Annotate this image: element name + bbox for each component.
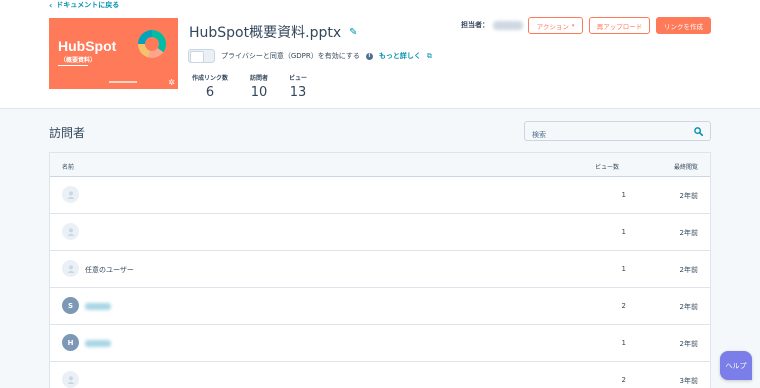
- info-icon: i: [365, 52, 373, 60]
- stat-label: 作成リンク数: [192, 75, 229, 82]
- avatar: H: [62, 334, 79, 351]
- avatar: S: [62, 297, 79, 314]
- create-link-button[interactable]: リンクを作成: [656, 17, 711, 34]
- table-header: 名前 ビュー数 最終閲覧: [50, 153, 710, 177]
- stat-label: ビュー: [289, 75, 308, 82]
- visitors-title: 訪問者: [49, 126, 86, 140]
- avatar: [62, 186, 79, 203]
- owner-field: 担当者：: [461, 20, 523, 30]
- document-title-row: HubSpot概要資料.pptx ✎: [189, 22, 358, 42]
- owner-name-redacted[interactable]: [493, 20, 523, 30]
- table-row[interactable]: S 2 2年前: [50, 288, 710, 325]
- views-count: 1: [621, 191, 626, 199]
- document-title: HubSpot概要資料.pptx: [189, 25, 342, 41]
- back-link-label: ドキュメントに戻る: [56, 1, 120, 9]
- thumbnail-subtitle: （概要資料）: [60, 57, 97, 64]
- stat-value: 6: [205, 85, 215, 100]
- table-row[interactable]: 2 3年前: [50, 362, 710, 388]
- user-icon: [67, 264, 74, 273]
- table-row[interactable]: H 1 2年前: [50, 325, 710, 362]
- stat-links-created: 作成リンク数 6: [192, 73, 228, 100]
- search-input[interactable]: [525, 126, 685, 144]
- last-viewed: 2年前: [679, 303, 698, 311]
- last-viewed: 2年前: [679, 340, 698, 348]
- table-row[interactable]: 1 2年前: [50, 177, 710, 214]
- stat-views: ビュー 13: [289, 73, 307, 100]
- actions-button-label: アクション: [536, 22, 569, 31]
- avatar: [62, 260, 79, 277]
- views-count: 1: [621, 228, 626, 236]
- document-detail-page: ‹ ドキュメントに戻る HubSpot （概要資料） ✲ HubSpot概要資料…: [0, 0, 760, 388]
- visitor-name-redacted[interactable]: [85, 340, 111, 347]
- caret-down-icon: ▾: [571, 22, 575, 29]
- last-viewed: 3年前: [679, 377, 698, 385]
- avatar: [62, 223, 79, 240]
- hubspot-logo-icon: ✲: [168, 78, 175, 87]
- thumbnail-footer-bar: [109, 81, 137, 83]
- stat-label: 訪問者: [250, 75, 269, 82]
- gdpr-toggle[interactable]: [188, 49, 215, 63]
- visitor-name: 任意のユーザー: [85, 266, 134, 274]
- thumbnail-brand: HubSpot: [58, 38, 117, 54]
- chevron-left-icon: ‹: [49, 0, 53, 10]
- last-viewed: 2年前: [679, 266, 698, 274]
- owner-label: 担当者：: [461, 21, 489, 29]
- visitor-name-redacted[interactable]: [85, 303, 111, 310]
- user-icon: [67, 227, 74, 236]
- views-count: 1: [621, 265, 626, 273]
- actions-dropdown-button[interactable]: アクション ▾: [528, 17, 583, 34]
- visitors-table: 名前 ビュー数 最終閲覧 1 2年前 1 2年前 任意のユーザー 1 2年前 S…: [49, 152, 711, 388]
- user-icon: [67, 190, 74, 199]
- search-icon[interactable]: [694, 127, 703, 136]
- avatar: [62, 371, 79, 388]
- reupload-button[interactable]: 再アップロード: [589, 17, 650, 34]
- views-count: 2: [621, 302, 626, 310]
- donut-chart-icon: [138, 30, 166, 58]
- gdpr-label: プライバシーと同意（GDPR）を有効にする: [221, 52, 360, 60]
- gdpr-toggle-row: プライバシーと同意（GDPR）を有効にする i もっと詳しく ⧉: [188, 49, 432, 63]
- table-row[interactable]: 1 2年前: [50, 214, 710, 251]
- column-header-last-viewed[interactable]: 最終閲覧: [674, 162, 698, 171]
- table-row[interactable]: 任意のユーザー 1 2年前: [50, 251, 710, 288]
- thumbnail-underline: [58, 65, 88, 66]
- stat-visitors: 訪問者 10: [250, 73, 268, 100]
- document-thumbnail[interactable]: HubSpot （概要資料） ✲: [49, 18, 178, 89]
- external-link-icon: ⧉: [426, 51, 432, 60]
- last-viewed: 2年前: [679, 229, 698, 237]
- stat-value: 13: [289, 85, 307, 100]
- views-count: 2: [621, 376, 626, 384]
- edit-pencil-icon[interactable]: ✎: [349, 27, 357, 38]
- user-icon: [67, 375, 74, 384]
- column-header-views[interactable]: ビュー数: [595, 162, 619, 171]
- last-viewed: 2年前: [679, 192, 698, 200]
- views-count: 1: [621, 339, 626, 347]
- back-to-documents-link[interactable]: ‹ ドキュメントに戻る: [49, 0, 119, 10]
- help-button[interactable]: ヘルプ: [720, 351, 752, 380]
- stat-value: 10: [250, 85, 268, 100]
- visitor-search: [524, 121, 711, 144]
- learn-more-link[interactable]: もっと詳しく: [379, 51, 421, 61]
- column-header-name[interactable]: 名前: [62, 162, 74, 171]
